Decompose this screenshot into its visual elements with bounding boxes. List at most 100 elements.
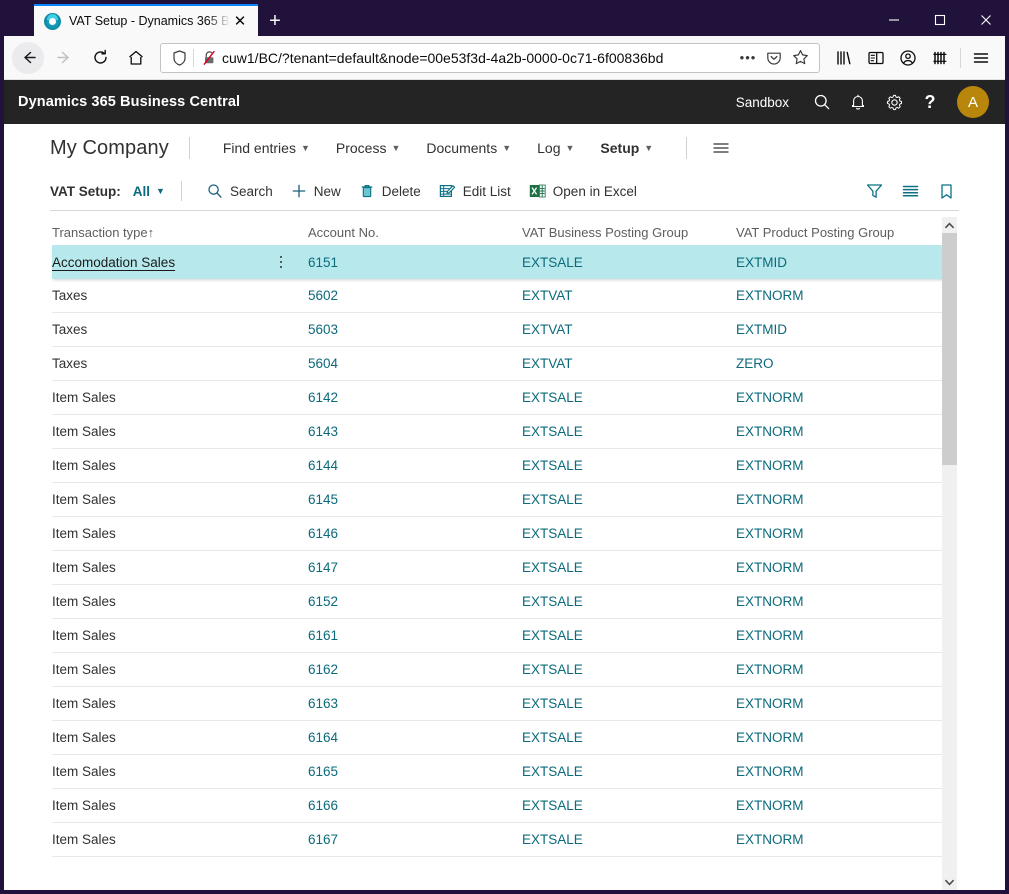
cell-transaction-type[interactable]: Item Sales [52, 628, 308, 643]
window-close-icon[interactable] [963, 4, 1009, 36]
url-text[interactable]: cuw1/BC/?tenant=default&node=00e53f3d-4a… [219, 50, 735, 66]
cell-account-no[interactable]: 6166 [308, 798, 522, 813]
row-actions-kebab-icon[interactable] [270, 255, 292, 269]
cell-account-no[interactable]: 6161 [308, 628, 522, 643]
cell-transaction-type[interactable]: Item Sales [52, 424, 308, 439]
cell-transaction-type[interactable]: Item Sales [52, 492, 308, 507]
shield-icon[interactable] [167, 49, 191, 66]
cell-vat-business-posting-group[interactable]: EXTSALE [522, 458, 736, 473]
table-row[interactable]: Item Sales 6164 EXTSALE EXTNORM [52, 721, 951, 755]
cell-account-no[interactable]: 6146 [308, 526, 522, 541]
column-header-vat-business-posting-group[interactable]: VAT Business Posting Group [522, 225, 736, 240]
hamburger-menu-icon[interactable] [965, 42, 997, 74]
cell-vat-business-posting-group[interactable]: EXTSALE [522, 255, 736, 270]
close-icon[interactable]: ✕ [230, 11, 250, 31]
menu-item-find-entries[interactable]: Find entries ▼ [210, 134, 323, 162]
broken-lock-icon[interactable] [199, 50, 219, 66]
table-row[interactable]: Item Sales 6163 EXTSALE EXTNORM [52, 687, 951, 721]
cell-account-no[interactable]: 6164 [308, 730, 522, 745]
cell-transaction-type[interactable]: Accomodation Sales [52, 255, 308, 270]
cell-vat-product-posting-group[interactable]: EXTNORM [736, 492, 951, 507]
cell-vat-business-posting-group[interactable]: EXTSALE [522, 798, 736, 813]
cell-vat-business-posting-group[interactable]: EXTSALE [522, 594, 736, 609]
cell-account-no[interactable]: 6163 [308, 696, 522, 711]
cell-transaction-type[interactable]: Item Sales [52, 526, 308, 541]
table-row[interactable]: Accomodation Sales 6151 EXTSALE EXTMID [52, 245, 951, 279]
maximize-icon[interactable] [917, 4, 963, 36]
cell-account-no[interactable]: 6144 [308, 458, 522, 473]
edit-list-button[interactable]: Edit List [430, 179, 520, 203]
cell-vat-business-posting-group[interactable]: EXTSALE [522, 764, 736, 779]
table-row[interactable]: Item Sales 6143 EXTSALE EXTNORM [52, 415, 951, 449]
scrollbar-thumb[interactable] [942, 233, 957, 465]
sidebar-icon[interactable] [860, 42, 892, 74]
cell-vat-business-posting-group[interactable]: EXTSALE [522, 560, 736, 575]
library-icon[interactable] [828, 42, 860, 74]
home-icon[interactable] [120, 42, 152, 74]
search-icon[interactable] [805, 85, 839, 119]
column-header-transaction-type[interactable]: Transaction type↑ [52, 225, 308, 240]
cell-vat-business-posting-group[interactable]: EXTSALE [522, 424, 736, 439]
avatar[interactable]: A [957, 86, 989, 118]
cell-vat-product-posting-group[interactable]: EXTNORM [736, 764, 951, 779]
menu-item-setup[interactable]: Setup ▼ [587, 134, 666, 162]
more-menu-icon[interactable] [707, 134, 735, 162]
view-filter-dropdown[interactable]: All ▼ [133, 184, 165, 199]
cell-vat-product-posting-group[interactable]: EXTNORM [736, 560, 951, 575]
back-arrow-icon[interactable] [12, 41, 44, 74]
pocket-icon[interactable] [761, 50, 787, 66]
cell-transaction-type[interactable]: Item Sales [52, 764, 308, 779]
browser-tab[interactable]: VAT Setup - Dynamics 365 Busi ✕ [34, 4, 258, 36]
cell-transaction-type[interactable]: Item Sales [52, 560, 308, 575]
cell-account-no[interactable]: 6147 [308, 560, 522, 575]
cell-account-no[interactable]: 6143 [308, 424, 522, 439]
cell-vat-business-posting-group[interactable]: EXTSALE [522, 832, 736, 847]
menu-item-process[interactable]: Process ▼ [323, 134, 414, 162]
cell-vat-product-posting-group[interactable]: EXTMID [736, 322, 951, 337]
cell-account-no[interactable]: 6151 [308, 255, 522, 270]
page-actions-icon[interactable]: ••• [735, 50, 761, 65]
cell-vat-business-posting-group[interactable]: EXTSALE [522, 628, 736, 643]
cell-vat-business-posting-group[interactable]: EXTSALE [522, 390, 736, 405]
filter-icon[interactable] [861, 178, 887, 204]
cell-vat-product-posting-group[interactable]: EXTMID [736, 255, 951, 270]
cell-vat-product-posting-group[interactable]: EXTNORM [736, 696, 951, 711]
cell-account-no[interactable]: 6165 [308, 764, 522, 779]
cell-vat-product-posting-group[interactable]: EXTNORM [736, 526, 951, 541]
cell-transaction-type[interactable]: Item Sales [52, 730, 308, 745]
bell-icon[interactable] [841, 85, 875, 119]
cell-transaction-type[interactable]: Item Sales [52, 696, 308, 711]
cell-vat-product-posting-group[interactable]: EXTNORM [736, 730, 951, 745]
cell-transaction-type[interactable]: Item Sales [52, 390, 308, 405]
cell-account-no[interactable]: 6167 [308, 832, 522, 847]
new-tab-button[interactable]: + [258, 6, 292, 36]
table-row[interactable]: Item Sales 6144 EXTSALE EXTNORM [52, 449, 951, 483]
cell-account-no[interactable]: 6145 [308, 492, 522, 507]
table-row[interactable]: Item Sales 6152 EXTSALE EXTNORM [52, 585, 951, 619]
cell-vat-product-posting-group[interactable]: EXTNORM [736, 798, 951, 813]
menu-item-log[interactable]: Log ▼ [524, 134, 587, 162]
table-row[interactable]: Item Sales 6161 EXTSALE EXTNORM [52, 619, 951, 653]
help-icon[interactable]: ? [913, 85, 947, 119]
cell-vat-product-posting-group[interactable]: EXTNORM [736, 390, 951, 405]
url-bar[interactable]: cuw1/BC/?tenant=default&node=00e53f3d-4a… [160, 42, 820, 73]
containers-icon[interactable] [924, 42, 956, 74]
cell-vat-product-posting-group[interactable]: ZERO [736, 356, 951, 371]
list-lines-icon[interactable] [897, 178, 923, 204]
cell-vat-business-posting-group[interactable]: EXTVAT [522, 356, 736, 371]
cell-transaction-type[interactable]: Taxes [52, 288, 308, 303]
cell-vat-product-posting-group[interactable]: EXTNORM [736, 288, 951, 303]
bookmark-icon[interactable] [933, 178, 959, 204]
grid-scrollbar[interactable] [942, 217, 957, 890]
search-button[interactable]: Search [198, 179, 282, 203]
cell-vat-business-posting-group[interactable]: EXTSALE [522, 696, 736, 711]
cell-transaction-type[interactable]: Item Sales [52, 798, 308, 813]
star-icon[interactable] [787, 49, 813, 66]
cell-vat-business-posting-group[interactable]: EXTSALE [522, 492, 736, 507]
table-row[interactable]: Taxes 5603 EXTVAT EXTMID [52, 313, 951, 347]
cell-account-no[interactable]: 6142 [308, 390, 522, 405]
table-row[interactable]: Item Sales 6162 EXTSALE EXTNORM [52, 653, 951, 687]
cell-account-no[interactable]: 6162 [308, 662, 522, 677]
gear-icon[interactable] [877, 85, 911, 119]
forward-arrow-icon[interactable] [48, 42, 80, 74]
